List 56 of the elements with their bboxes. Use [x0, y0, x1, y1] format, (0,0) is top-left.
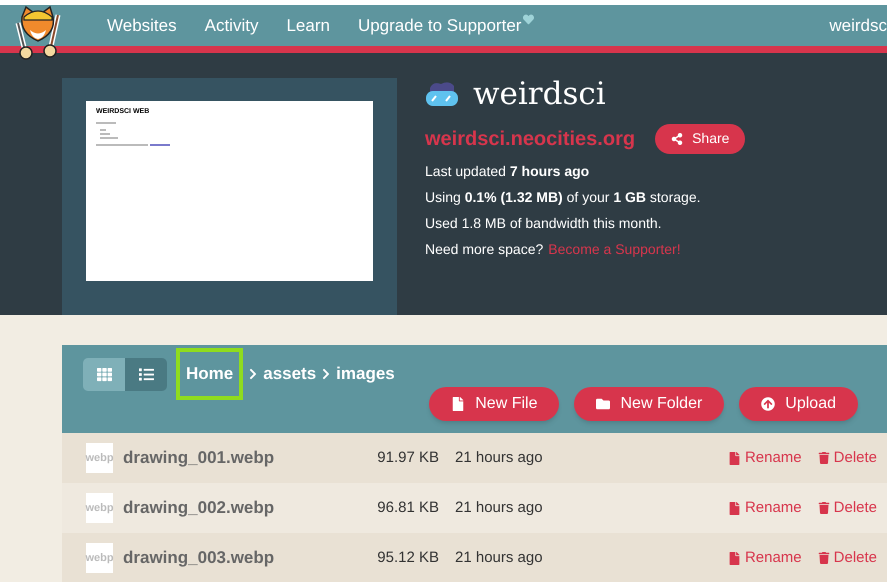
delete-link[interactable]: Delete: [818, 496, 877, 520]
site-stat: Need more space?: [425, 240, 544, 258]
share-icon: [671, 132, 684, 144]
view-toggle[interactable]: [125, 358, 167, 391]
delete-link[interactable]: Delete: [818, 546, 877, 570]
file-size: 96.81 KB: [376, 498, 439, 518]
breadcrumb-link[interactable]: images: [336, 348, 395, 400]
file-icon: [728, 502, 741, 514]
file-name[interactable]: drawing_003.webp: [123, 545, 353, 571]
file-modified: 21 hours ago: [455, 448, 543, 468]
file-row[interactable]: webp drawing_003.webp 95.12 KB 21 hours ago Rename Delete: [62, 533, 887, 582]
file-name[interactable]: drawing_001.webp: [123, 445, 353, 471]
view-toggle[interactable]: [83, 358, 125, 391]
folder-icon: [596, 397, 610, 411]
file-modified: 21 hours ago: [455, 498, 543, 518]
trash-icon: [818, 452, 830, 464]
grid-icon: [96, 367, 112, 382]
goggles-icon: [425, 80, 459, 108]
breadcrumb-link[interactable]: Home: [176, 348, 244, 400]
site-stat: Used 1.8 MB of bandwidth this month.: [425, 214, 663, 232]
share-button[interactable]: Share: [655, 124, 746, 154]
user-menu[interactable]: weirdsc: [829, 12, 887, 38]
site-stat: Last updated 7 hours ago: [425, 162, 590, 180]
rename-link[interactable]: Rename: [728, 546, 802, 570]
file-row[interactable]: webp drawing_002.webp 96.81 KB 21 hours ago Rename Delete: [62, 483, 887, 533]
nav-link[interactable]: Activity: [204, 12, 258, 38]
file-name[interactable]: drawing_002.webp: [123, 495, 353, 521]
file-size: 95.12 KB: [376, 548, 439, 568]
breadcrumb-link[interactable]: assets: [263, 348, 316, 400]
site-title: weirdsci: [473, 75, 606, 114]
action-button[interactable]: Upload: [739, 387, 858, 421]
trash-icon: [818, 502, 830, 514]
file-type-icon: webp: [86, 443, 113, 473]
site-stat: Using 0.1% (1.32 MB) of your 1 GB storage.: [425, 188, 702, 206]
heart-icon: [523, 14, 534, 25]
action-button[interactable]: New Folder: [574, 387, 724, 421]
action-button[interactable]: New File: [429, 387, 560, 421]
rename-link[interactable]: Rename: [728, 446, 802, 470]
file-icon: [451, 397, 466, 411]
nav-link[interactable]: Websites: [107, 12, 177, 38]
site-domain-link[interactable]: weirdsci.neocities.org: [425, 124, 636, 154]
file-size: 91.97 KB: [376, 448, 439, 468]
nav-link[interactable]: Learn: [286, 12, 330, 38]
list-icon: [138, 367, 154, 382]
file-icon: [728, 552, 741, 564]
file-type-icon: webp: [86, 543, 113, 573]
trash-icon: [818, 552, 830, 564]
rename-link[interactable]: Rename: [728, 496, 802, 520]
nav-link[interactable]: Upgrade to Supporter: [358, 12, 534, 38]
file-icon: [728, 452, 741, 464]
file-row[interactable]: webp drawing_001.webp 91.97 KB 21 hours ago Rename Delete: [62, 433, 887, 483]
file-modified: 21 hours ago: [455, 548, 543, 568]
delete-link[interactable]: Delete: [818, 446, 877, 470]
file-type-icon: webp: [86, 493, 113, 523]
supporter-link[interactable]: Become a Supporter!: [548, 240, 681, 258]
upload-icon: [761, 397, 776, 411]
